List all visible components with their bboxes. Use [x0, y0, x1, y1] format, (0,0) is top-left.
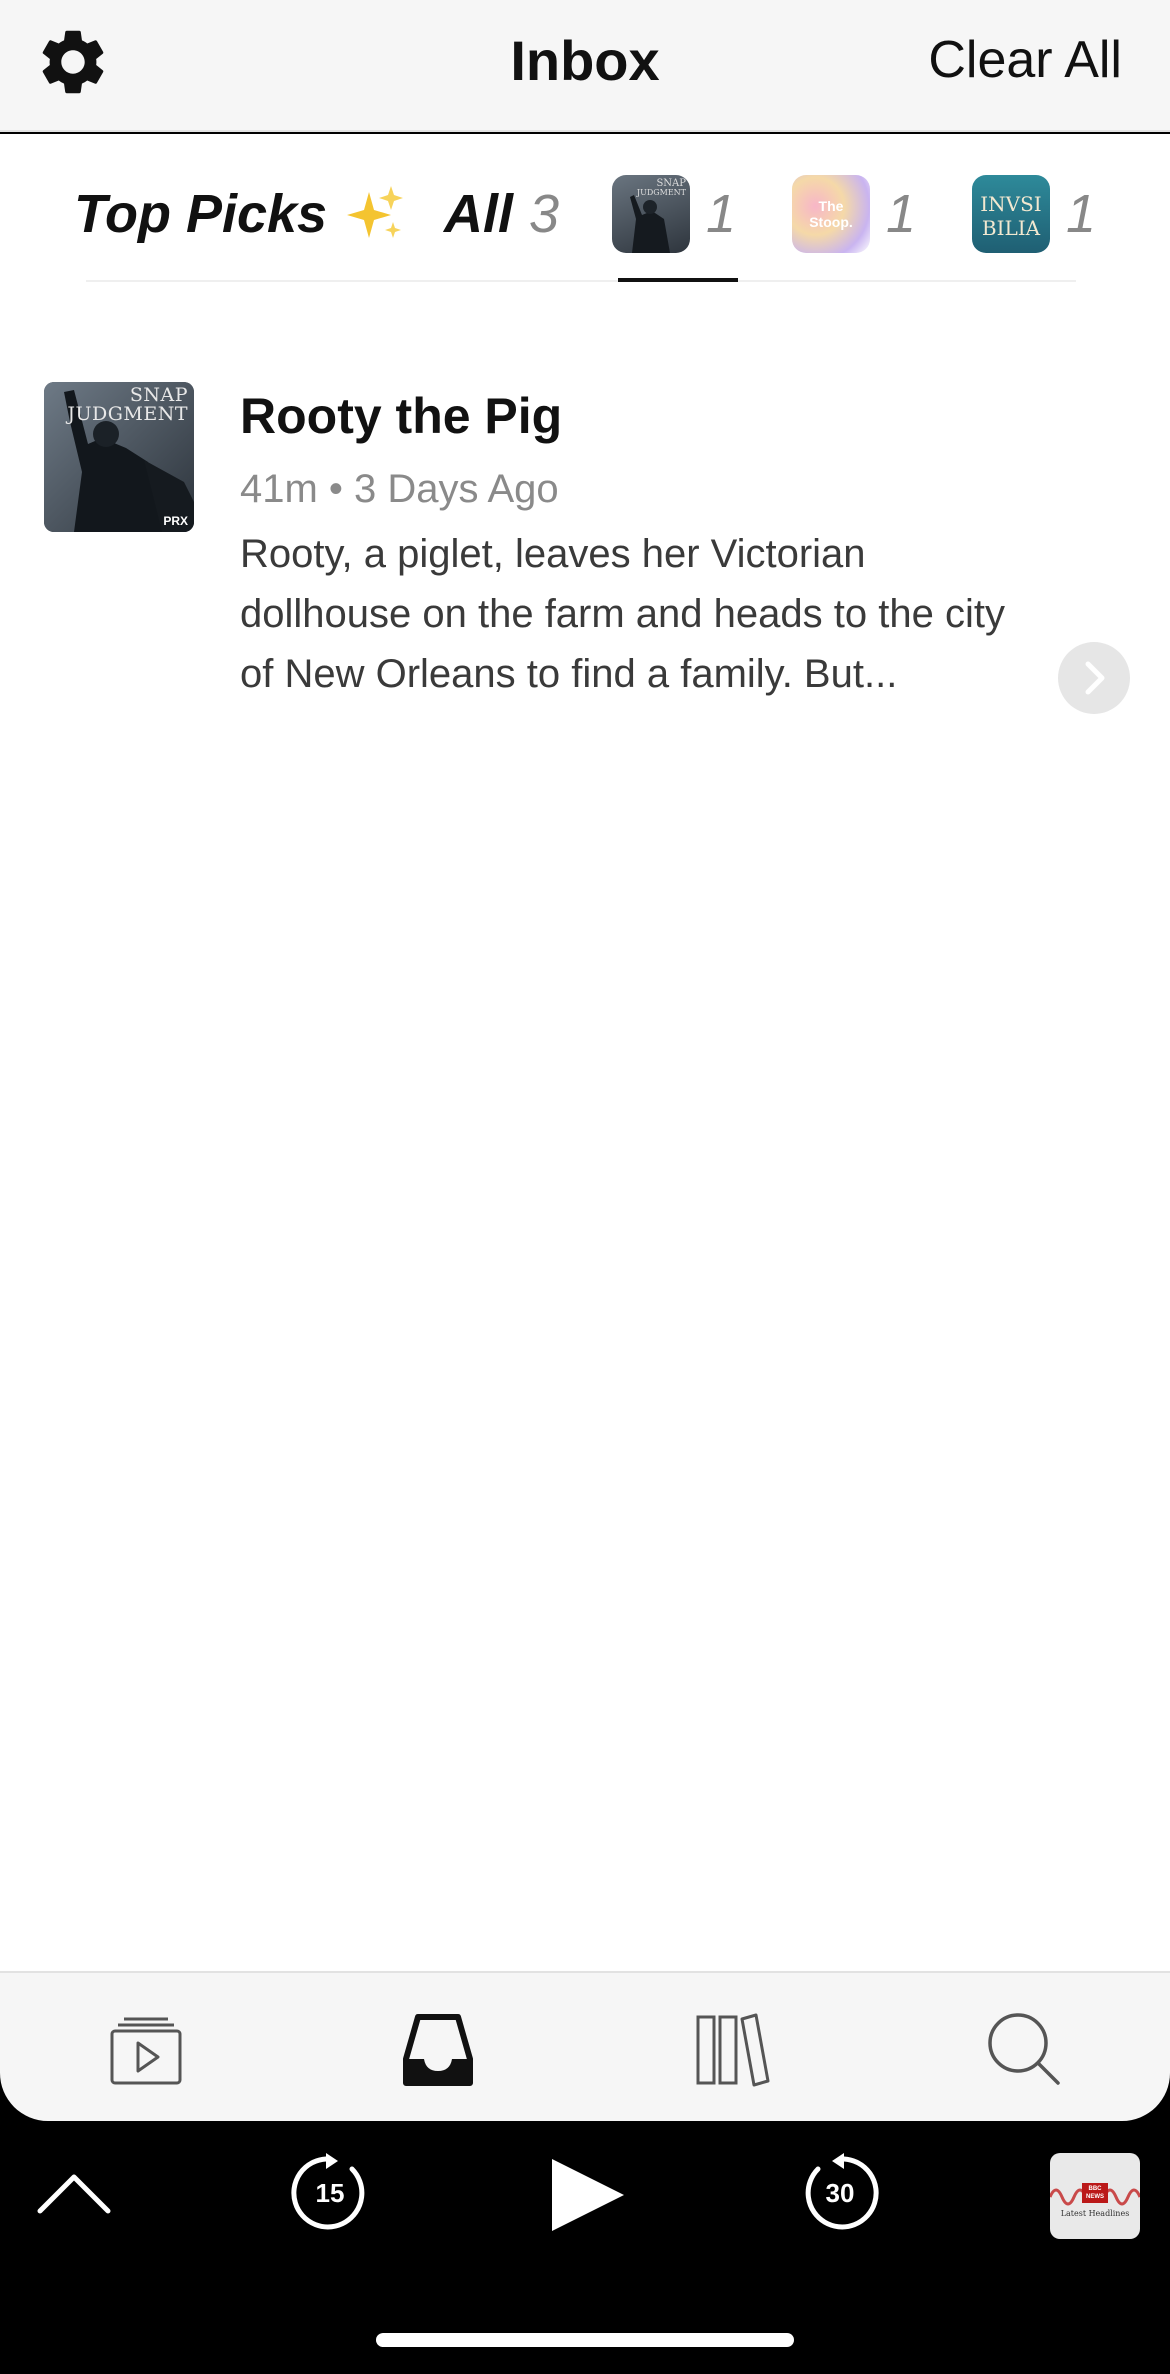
tab-all-count: 3 [529, 184, 560, 244]
svg-text:BILIA: BILIA [982, 216, 1041, 240]
chevron-right-icon [1085, 661, 1105, 695]
bottom-tab-bar [0, 1971, 1170, 2121]
now-playing-caption: Latest Headlines [1060, 2209, 1130, 2218]
tab-podcast-snap-judgment[interactable]: SNAP JUDGMENT 1 [612, 164, 736, 264]
episode-title: Rooty the Pig [240, 388, 563, 444]
now-playing-badge: BBC NEWS [1086, 2186, 1104, 2200]
skip-forward-seconds: 30 [825, 2178, 855, 2208]
skip-forward-button[interactable]: 30 [800, 2153, 880, 2233]
home-indicator [376, 2333, 794, 2347]
play-icon[interactable] [548, 2157, 628, 2233]
tab-all-label: All [444, 184, 514, 244]
skip-back-seconds: 15 [315, 2178, 345, 2208]
svg-text:INVSI: INVSI [980, 192, 1041, 216]
header-bar: Inbox Clear All [0, 0, 1170, 132]
tab-podcast-invisibilia[interactable]: INVSI BILIA 1 [972, 164, 1096, 264]
episode-row[interactable]: SNAP JUDGMENT PRX Rooty the Pig 41m • 3 D… [0, 354, 1170, 714]
search-icon[interactable] [984, 2009, 1064, 2089]
skip-back-button[interactable]: 15 [290, 2153, 370, 2233]
episode-artwork-badge: PRX [163, 514, 188, 528]
tab-podcast-the-stoop[interactable]: The Stoop. 1 [792, 164, 916, 264]
queue-play-icon[interactable] [106, 2009, 186, 2089]
tab-podcast-count: 1 [886, 184, 917, 244]
chevron-up-icon[interactable] [36, 2171, 112, 2215]
library-books-icon[interactable] [692, 2009, 772, 2089]
main-content: Top Picks All 3 SNAP JUDGMENT 1 The Stoo… [0, 134, 1170, 1971]
podcast-artwork: The Stoop. [792, 175, 870, 253]
tab-podcast-count: 1 [706, 184, 737, 244]
tab-podcast-count: 1 [1066, 184, 1097, 244]
sparkles-icon [347, 186, 404, 238]
episode-detail-button[interactable] [1058, 642, 1130, 714]
podcast-artwork: INVSI BILIA [972, 175, 1050, 253]
tab-top-picks[interactable]: Top Picks [74, 164, 407, 264]
now-playing-artwork[interactable]: BBC NEWS Latest Headlines [1050, 2153, 1140, 2239]
app-screen: Inbox Clear All Top Picks All 3 SNAP JUD… [0, 0, 1170, 2374]
episode-description: Rooty, a piglet, leaves her Victorian do… [240, 532, 1005, 696]
svg-text:The: The [819, 198, 844, 214]
podcast-artwork: SNAP JUDGMENT [612, 175, 690, 253]
tab-top-picks-label: Top Picks [74, 184, 328, 244]
filter-tabs: Top Picks All 3 SNAP JUDGMENT 1 The Stoo… [0, 134, 1170, 284]
clear-all-button[interactable]: Clear All [928, 28, 1122, 92]
svg-text:Stoop.: Stoop. [809, 214, 853, 230]
inbox-tray-icon[interactable] [398, 2009, 478, 2089]
episode-artwork-title: SNAP JUDGMENT [67, 384, 188, 425]
episode-artwork: SNAP JUDGMENT PRX [44, 382, 194, 532]
tabs-divider [86, 280, 1076, 282]
tab-all[interactable]: All 3 [444, 164, 559, 264]
episode-meta: 41m • 3 Days Ago [240, 467, 559, 511]
svg-text:JUDGMENT: JUDGMENT [636, 188, 687, 197]
selected-tab-indicator [618, 278, 738, 282]
